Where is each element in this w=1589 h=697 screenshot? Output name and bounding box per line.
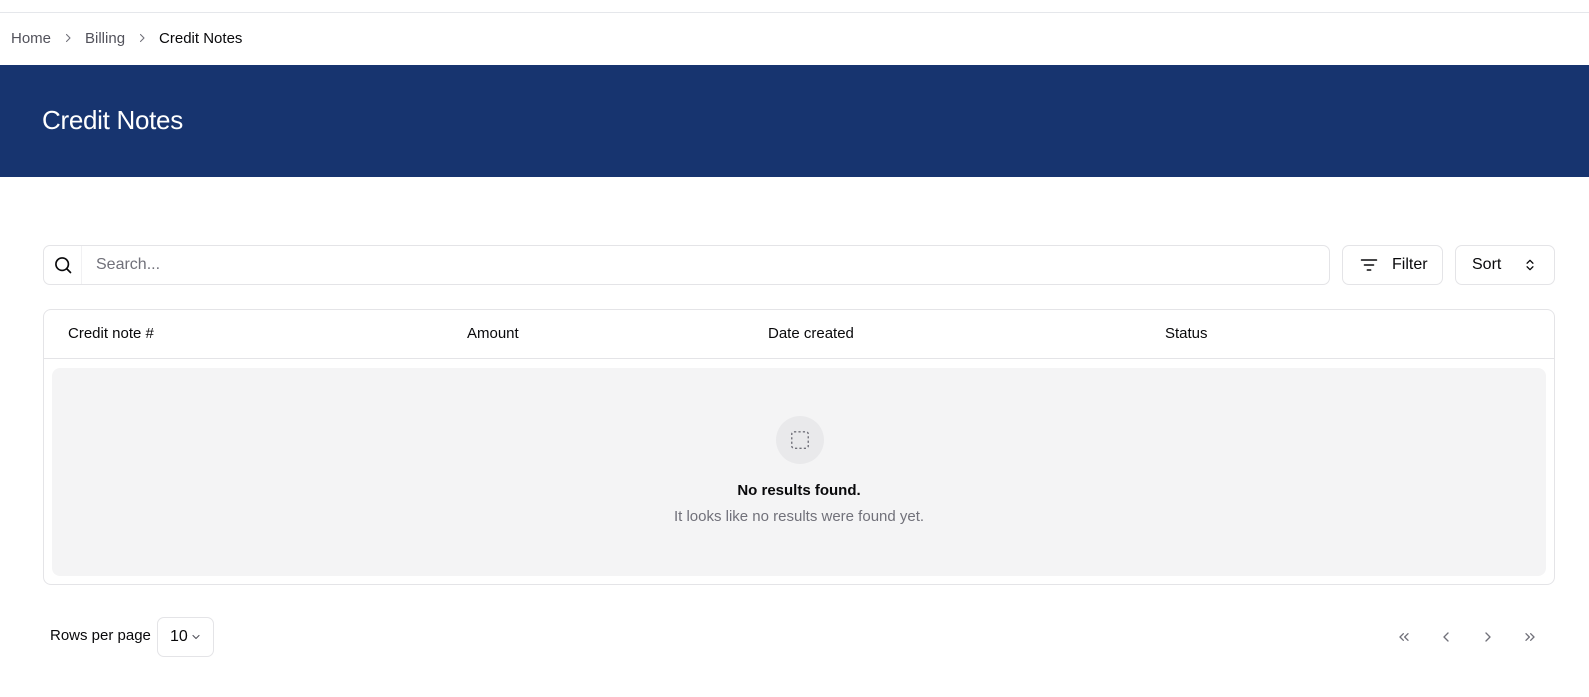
dashed-square-icon: [776, 416, 824, 464]
last-page-button[interactable]: [1517, 624, 1543, 650]
rows-per-page-value: 10: [170, 628, 188, 645]
credit-notes-table: Credit note # Amount Date created Status…: [43, 309, 1555, 585]
chevron-left-icon: [1443, 632, 1449, 642]
search-input[interactable]: [82, 246, 1329, 284]
search-box: [43, 245, 1330, 285]
chevrons-left-icon: [1399, 633, 1409, 641]
column-header-credit-note[interactable]: Credit note #: [68, 325, 154, 342]
first-page-button[interactable]: [1391, 624, 1417, 650]
chevron-down-icon: [190, 631, 202, 643]
table-header: Credit note # Amount Date created Status: [44, 310, 1554, 359]
filter-button[interactable]: Filter: [1342, 245, 1443, 285]
top-divider: [0, 12, 1589, 13]
page-header: Credit Notes: [0, 65, 1589, 177]
breadcrumb: Home Billing Credit Notes: [11, 26, 242, 50]
chevrons-up-down-icon: [1523, 258, 1537, 272]
column-header-amount[interactable]: Amount: [467, 325, 519, 342]
next-page-button[interactable]: [1475, 624, 1501, 650]
rows-per-page-select[interactable]: 10: [157, 617, 214, 657]
chevrons-right-icon: [1525, 633, 1535, 641]
filter-label: Filter: [1392, 256, 1428, 273]
column-header-status[interactable]: Status: [1165, 325, 1208, 342]
previous-page-button[interactable]: [1433, 624, 1459, 650]
chevron-right-icon: [1485, 632, 1491, 642]
empty-state-title: No results found.: [737, 482, 861, 499]
column-header-date-created[interactable]: Date created: [768, 325, 854, 342]
rows-per-page-label: Rows per page: [50, 627, 151, 644]
empty-state-subtitle: It looks like no results were found yet.: [673, 508, 925, 525]
sort-button[interactable]: Sort: [1455, 245, 1555, 285]
filter-icon: [1359, 255, 1379, 275]
chevron-right-icon: [125, 32, 159, 44]
breadcrumb-current: Credit Notes: [159, 29, 243, 47]
page-title: Credit Notes: [42, 105, 183, 135]
sort-label: Sort: [1472, 256, 1502, 273]
empty-state: No results found. It looks like no resul…: [52, 368, 1546, 576]
chevron-right-icon: [51, 32, 85, 44]
breadcrumb-billing[interactable]: Billing: [85, 30, 125, 47]
search-icon: [44, 246, 82, 284]
breadcrumb-home[interactable]: Home: [11, 30, 51, 47]
